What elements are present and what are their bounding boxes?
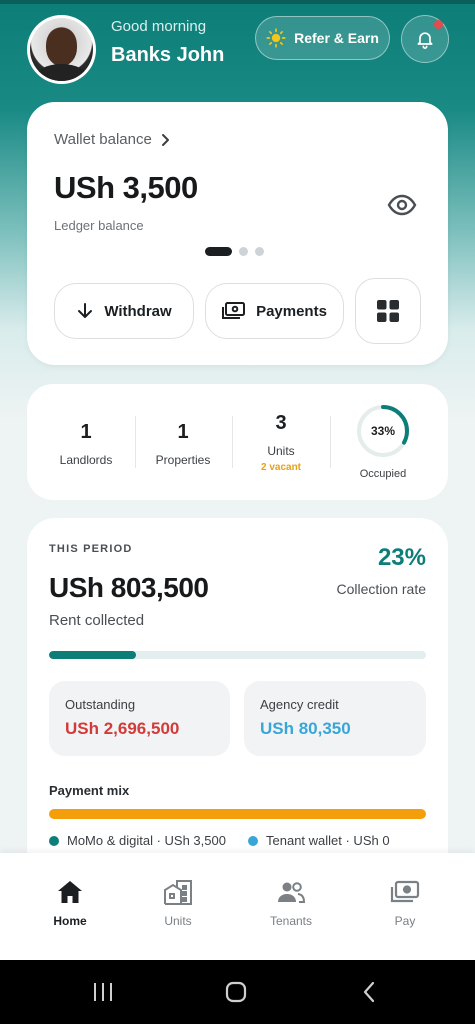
divider (232, 416, 233, 468)
units-count: 3 (275, 412, 287, 434)
avatar[interactable] (27, 15, 96, 84)
building-icon (164, 880, 192, 905)
nav-home[interactable]: Home (30, 877, 110, 928)
legend-dot (248, 835, 258, 846)
vacant-units-note: 2 vacant (260, 462, 302, 473)
carousel-dot[interactable] (239, 247, 248, 256)
nav-tenants-label: Tenants (269, 914, 313, 928)
agency-credit-card[interactable]: Agency credit USh 80,350 (244, 681, 426, 756)
user-name: Banks John (111, 44, 225, 66)
greeting-text: Good morning (111, 18, 207, 35)
payment-mix-label: Payment mix (49, 783, 130, 798)
this-period-card: THIS PERIOD 23% Collection rate USh 803,… (27, 518, 448, 878)
properties-count: 1 (177, 421, 189, 443)
back-chevron-icon (363, 981, 375, 1003)
wallet-title: Wallet balance (54, 131, 152, 148)
legend-momo-label: MoMo & digital · USh 3,500 (67, 833, 226, 848)
stat-units[interactable]: 3 Units 2 vacant (236, 384, 326, 500)
back-button[interactable] (354, 978, 384, 1006)
carousel-dot[interactable] (205, 247, 232, 256)
landlords-label: Landlords (59, 453, 113, 467)
nav-units-label: Units (164, 914, 192, 928)
home-icon (58, 881, 82, 903)
legend-tenant-wallet-label: Tenant wallet · USh 0 (266, 833, 390, 848)
home-square-icon (225, 981, 247, 1003)
collection-progress-fill (49, 651, 136, 659)
chevron-right-icon (161, 133, 169, 146)
nav-units[interactable]: Units (138, 877, 218, 928)
withdraw-label: Withdraw (104, 302, 172, 320)
units-label: Units (267, 444, 295, 458)
outstanding-card[interactable]: Outstanding USh 2,696,500 (49, 681, 230, 756)
bell-icon (417, 32, 433, 49)
legend-momo: MoMo & digital · USh 3,500 (49, 833, 226, 848)
status-bar (0, 0, 475, 4)
divider (330, 416, 331, 468)
nav-pay[interactable]: Pay (365, 877, 445, 928)
portfolio-stats-card: 1 Landlords 1 Properties 3 Units 2 vacan… (27, 384, 448, 500)
stat-landlords[interactable]: 1 Landlords (41, 384, 131, 500)
agency-credit-value: USh 80,350 (260, 719, 351, 738)
occupancy-percent: 33% (370, 424, 396, 438)
occupied-label: Occupied (359, 468, 407, 480)
collection-rate-label: Collection rate (336, 581, 427, 597)
legend-tenant-wallet: Tenant wallet · USh 0 (248, 833, 390, 848)
sun-icon (266, 28, 286, 48)
home-system-button[interactable] (221, 978, 251, 1006)
refer-earn-label: Refer & Earn (294, 30, 379, 46)
recent-apps-button[interactable] (88, 978, 118, 1006)
period-label: THIS PERIOD (49, 543, 133, 555)
divider (135, 416, 136, 468)
collection-progress-bar (49, 651, 426, 659)
cash-icon (390, 880, 420, 903)
rent-collected-amount: USh 803,500 (49, 572, 209, 603)
wallet-balance-amount: USh 3,500 (54, 170, 198, 205)
rent-collected-label: Rent collected (49, 612, 145, 629)
nav-tenants[interactable]: Tenants (251, 877, 331, 928)
eye-icon[interactable] (387, 194, 417, 216)
grid-icon (377, 300, 399, 322)
wallet-balance-link[interactable]: Wallet balance (54, 131, 170, 148)
notifications-button[interactable] (401, 15, 449, 63)
arrow-down-icon (78, 303, 93, 318)
bottom-navigation: Home Units Tenants Pay (0, 853, 475, 960)
agency-credit-label: Agency credit (260, 697, 339, 712)
carousel-indicator (205, 247, 264, 256)
carousel-dot[interactable] (255, 247, 264, 256)
payment-mix-bar (49, 809, 426, 819)
recent-apps-icon (94, 983, 112, 1001)
payments-label: Payments (256, 302, 327, 320)
ledger-balance-label: Ledger balance (54, 218, 144, 233)
notification-badge (434, 20, 443, 29)
landlords-count: 1 (80, 421, 92, 443)
outstanding-value: USh 2,696,500 (65, 719, 180, 738)
stat-properties[interactable]: 1 Properties (138, 384, 228, 500)
withdraw-button[interactable]: Withdraw (54, 283, 194, 339)
properties-label: Properties (155, 453, 211, 467)
nav-home-label: Home (53, 914, 87, 928)
wallet-card: Wallet balance USh 3,500 Ledger balance … (27, 102, 448, 365)
avatar-photo (30, 18, 93, 81)
people-icon (278, 882, 306, 903)
nav-pay-label: Pay (394, 914, 416, 928)
legend-dot (49, 835, 59, 846)
system-navigation-bar (0, 960, 475, 1024)
banknote-icon (222, 302, 246, 319)
outstanding-label: Outstanding (65, 697, 136, 712)
refer-earn-button[interactable]: Refer & Earn (255, 16, 390, 60)
more-actions-button[interactable] (355, 278, 421, 344)
payments-button[interactable]: Payments (205, 283, 344, 339)
collection-rate-value: 23% (377, 544, 426, 571)
